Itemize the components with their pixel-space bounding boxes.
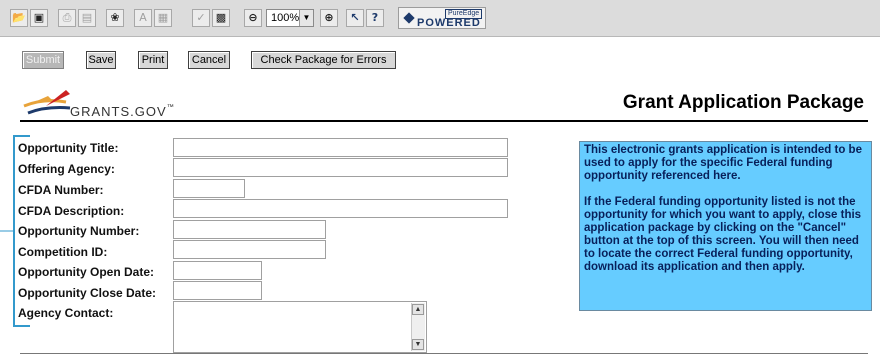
cancel-button[interactable]: Cancel	[188, 51, 230, 69]
open-folder-icon[interactable]: 📂	[10, 9, 28, 27]
scroll-down-icon[interactable]: ▼	[412, 339, 424, 350]
print-button[interactable]: Print	[138, 51, 168, 69]
label-opportunity-title: Opportunity Title:	[18, 141, 119, 155]
pages-icon[interactable]: ▤	[78, 9, 96, 27]
label-cfda-description: CFDA Description:	[18, 204, 125, 218]
check-icon[interactable]: ✓	[192, 9, 210, 27]
help-icon[interactable]: ?	[366, 9, 384, 27]
cursor-help-icon[interactable]: ↖	[346, 9, 364, 27]
label-close-date: Opportunity Close Date:	[18, 286, 157, 300]
chevron-down-icon: ▼	[299, 10, 313, 26]
label-agency-contact: Agency Contact:	[18, 306, 114, 320]
label-open-date: Opportunity Open Date:	[18, 265, 154, 279]
submit-button[interactable]: Submit	[22, 51, 64, 69]
label-cfda-number: CFDA Number:	[18, 183, 104, 197]
page-title: Grant Application Package	[622, 92, 864, 113]
toolbar: 📂 ▣ ⎙ ▤ ❀ A ▦ ✓ ▩ ⊖ 100% ▼ ⊕ ↖ ? PureEdg…	[0, 0, 880, 37]
logo-trademark: ™	[166, 104, 175, 111]
label-competition-id: Competition ID:	[18, 245, 108, 259]
scroll-up-icon[interactable]: ▲	[412, 304, 424, 315]
logo-name: GRANTS.GOV	[70, 104, 167, 119]
powered-label: POWERED	[417, 17, 481, 29]
logo-text: GRANTS.GOV™	[70, 104, 175, 119]
footer-rule	[20, 353, 868, 354]
opportunity-number-field[interactable]	[173, 220, 326, 239]
header-rule	[20, 120, 868, 122]
close-date-field[interactable]	[173, 281, 262, 300]
zoom-in-icon[interactable]: ⊕	[320, 9, 338, 27]
check-package-button[interactable]: Check Package for Errors	[251, 51, 396, 69]
pureedge-logo-icon	[403, 12, 415, 24]
open-date-field[interactable]	[173, 261, 262, 280]
info-paragraph-2: If the Federal funding opportunity liste…	[584, 196, 862, 273]
offering-agency-field[interactable]	[173, 158, 508, 177]
zoom-out-icon[interactable]: ⊖	[244, 9, 262, 27]
save-button[interactable]: Save	[86, 51, 116, 69]
print-icon[interactable]: ⎙	[58, 9, 76, 27]
info-box: This electronic grants application is in…	[579, 141, 872, 311]
zoom-select[interactable]: 100% ▼	[266, 9, 314, 27]
label-offering-agency: Offering Agency:	[18, 162, 115, 176]
agency-contact-textarea[interactable]: ▲ ▼	[173, 301, 427, 353]
cfda-number-field[interactable]	[173, 179, 245, 198]
save-disk-icon[interactable]: ▣	[30, 9, 48, 27]
opportunity-title-field[interactable]	[173, 138, 508, 157]
info-paragraph-1: This electronic grants application is in…	[584, 144, 862, 182]
zoom-value: 100%	[271, 12, 300, 24]
grid-icon[interactable]: ▦	[154, 9, 172, 27]
competition-id-field[interactable]	[173, 240, 326, 259]
text-icon[interactable]: A	[134, 9, 152, 27]
agency-contact-scrollbar[interactable]: ▲ ▼	[411, 303, 425, 351]
save-form-icon[interactable]: ▩	[212, 9, 230, 27]
pureedge-powered-badge[interactable]: PureEdge POWERED	[398, 7, 486, 29]
globe-icon[interactable]: ❀	[106, 9, 124, 27]
label-opportunity-number: Opportunity Number:	[18, 224, 140, 238]
cfda-description-field[interactable]	[173, 199, 508, 218]
